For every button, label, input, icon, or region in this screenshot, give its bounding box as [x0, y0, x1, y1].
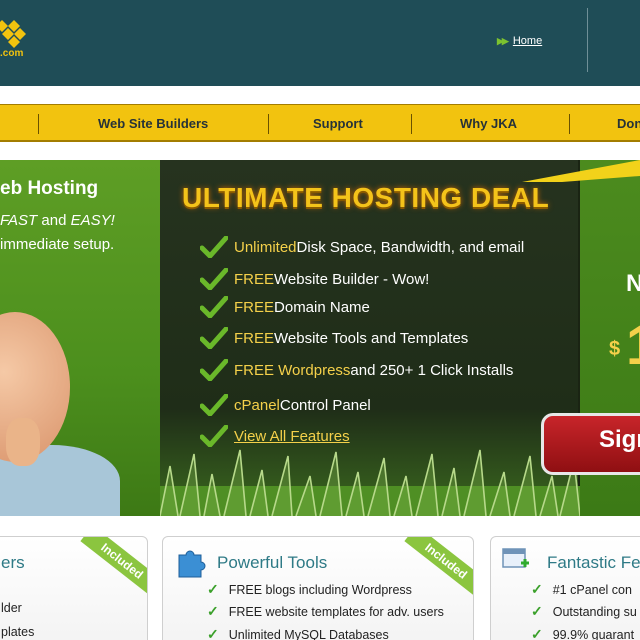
panel-fantastic-features: Fantastic Fe ✓ #1 cPanel con ✓ Outstanding…: [490, 536, 640, 640]
feature-item: FREE Domain Name: [200, 294, 370, 320]
signup-button[interactable]: Sign: [541, 413, 640, 475]
hero-left-panel: eb Hosting FAST and EASY! immediate setu…: [0, 160, 160, 525]
nav-separator: [569, 114, 570, 134]
check-icon: [200, 236, 228, 258]
nav-separator: [38, 114, 39, 134]
double-arrow-icon: ▶▶: [497, 35, 509, 46]
panel-powerful-tools: Powerful Tools Included ✓ FREE blogs incl…: [162, 536, 474, 640]
price-now-text: N: [626, 270, 640, 297]
hero-tagline-2: immediate setup.: [0, 236, 115, 253]
check-icon: ✓: [531, 626, 543, 640]
feature-item: FREE Wordpress and 250+ 1 Click Installs: [200, 357, 513, 383]
check-icon: [200, 394, 228, 416]
feature-text: Website Tools and Templates: [274, 329, 469, 347]
signup-button-label[interactable]: Sign: [599, 426, 640, 454]
panel-item-text: Outstanding su: [552, 604, 637, 619]
panel-item: ✓ 99.9% guarant: [531, 626, 634, 640]
deal-panel: ULTIMATE HOSTING DEAL Unlimited Disk Spa…: [160, 160, 580, 516]
check-icon: ✓: [531, 603, 543, 619]
feature-highlight: FREE: [234, 298, 275, 316]
panel-item: ✓ Outstanding su: [531, 603, 637, 620]
nav-item-why-jka[interactable]: Why JKA: [460, 116, 517, 131]
deal-title: ULTIMATE HOSTING DEAL: [182, 182, 550, 213]
feature-highlight: FREE: [234, 329, 275, 347]
panel-title: ers: [1, 553, 25, 572]
panel-title: Fantastic Fe: [547, 553, 640, 572]
window-add-icon: [502, 548, 529, 568]
yellow-stripe: [522, 160, 640, 182]
check-icon: [200, 327, 228, 349]
included-ribbon: Included: [404, 537, 473, 597]
nav-separator: [411, 114, 412, 134]
check-icon: ✓: [531, 581, 543, 597]
panel-item: ✓ #1 cPanel con: [531, 581, 632, 598]
panel-item-text: FREE website templates for adv. users: [228, 604, 444, 619]
nav-item-domains[interactable]: Don: [617, 116, 640, 131]
view-all-features-link[interactable]: View All Features: [234, 428, 350, 445]
panel-item: plates: [1, 625, 34, 639]
feature-highlight: Unlimited: [234, 238, 297, 256]
home-link[interactable]: ▶▶ Home: [497, 35, 542, 47]
hero-headline: eb Hosting: [0, 178, 99, 199]
panel-item-text: 99.9% guarant: [552, 627, 635, 640]
feature-item: Unlimited Disk Space, Bandwidth, and ema…: [200, 234, 524, 260]
feature-highlight: cPanel: [234, 396, 280, 414]
check-icon: [200, 425, 228, 447]
header-spacer: [0, 86, 640, 103]
panel-item-text: #1 cPanel con: [552, 582, 632, 597]
check-icon: ✓: [207, 603, 219, 619]
feature-item: FREE Website Builder - Wow!: [200, 266, 429, 292]
main-nav: Web Site Builders Support Why JKA Don: [0, 104, 640, 142]
puzzle-icon: [178, 550, 206, 578]
tag-easy: EASY!: [70, 212, 115, 229]
panel-item-text: FREE blogs including Wordpress: [228, 582, 412, 597]
included-ribbon: Included: [80, 537, 147, 597]
feature-text: Disk Space, Bandwidth, and email: [296, 238, 525, 256]
feature-panels: ers Included lder plates Powerful Tools …: [0, 516, 640, 640]
panel-item: lder: [1, 601, 22, 615]
person-hand: [6, 418, 40, 466]
panel-item: ✓ Unlimited MySQL Databases: [207, 626, 389, 640]
grass-graphic: [160, 449, 580, 516]
site-header: .com ▶▶ Home: [0, 0, 640, 86]
page: .com ▶▶ Home Web Site Builders Support W…: [0, 0, 640, 640]
price-dollar: $: [609, 338, 621, 360]
check-icon: ✓: [207, 581, 219, 597]
feature-text: Domain Name: [274, 298, 370, 316]
header-divider: [587, 8, 588, 72]
tag-and: and: [37, 212, 71, 229]
check-icon: [200, 296, 228, 318]
panel-item-text: Unlimited MySQL Databases: [228, 627, 389, 640]
panel-item-text: plates: [1, 625, 35, 639]
hero-tagline: FAST and EASY!: [0, 212, 115, 229]
nav-item-web-site-builders[interactable]: Web Site Builders: [98, 116, 208, 131]
check-icon: [200, 359, 228, 381]
tag-fast: FAST: [0, 212, 38, 229]
feature-text: and 250+ 1 Click Installs: [350, 361, 514, 379]
feature-text: Website Builder - Wow!: [274, 270, 430, 288]
feature-highlight: FREE: [234, 270, 275, 288]
check-icon: [200, 268, 228, 290]
panel-website-builders: ers Included lder plates: [0, 536, 148, 640]
feature-text: Control Panel: [279, 396, 371, 414]
nav-separator: [268, 114, 269, 134]
feature-item: cPanel Control Panel: [200, 392, 371, 418]
logo-text: .com: [0, 48, 24, 59]
price-digit: 1: [626, 312, 640, 377]
panel-title: Powerful Tools: [217, 553, 328, 572]
panel-item-text: lder: [1, 601, 22, 615]
home-link-label[interactable]: Home: [513, 35, 542, 47]
panel-item: ✓ FREE blogs including Wordpress: [207, 581, 412, 598]
panel-item: ✓ FREE website templates for adv. users: [207, 603, 444, 620]
feature-highlight: FREE Wordpress: [234, 361, 351, 379]
check-icon: ✓: [207, 626, 219, 640]
feature-item: FREE Website Tools and Templates: [200, 325, 468, 351]
logo-icon[interactable]: [0, 18, 26, 50]
nav-item-support[interactable]: Support: [313, 116, 363, 131]
